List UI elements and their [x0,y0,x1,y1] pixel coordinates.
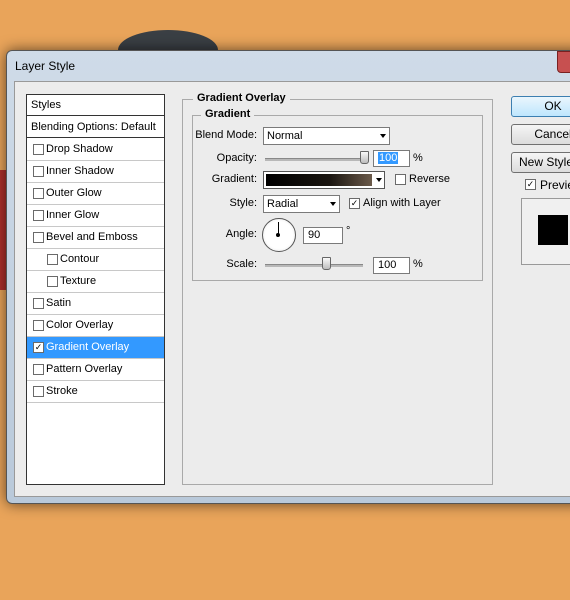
sidebar-item-label: Pattern Overlay [46,363,123,375]
opacity-slider-track[interactable] [265,158,363,161]
scale-input[interactable]: 100 [373,257,410,274]
chevron-down-icon [380,134,386,138]
bevel-and-emboss-checkbox[interactable] [33,232,44,243]
chevron-down-icon[interactable] [376,178,382,182]
group-title: Gradient [201,108,255,120]
reverse-label: Reverse [409,173,450,185]
cancel-button[interactable]: Cancel [511,124,570,145]
layer-style-dialog: Layer Style Styles Blending Options: Def… [6,50,570,504]
angle-dial[interactable] [262,218,296,252]
scale-label: Scale: [226,258,257,270]
scale-unit: % [413,258,423,270]
sidebar-item-label: Inner Glow [46,209,100,221]
section-title: Gradient Overlay [193,92,290,104]
texture-checkbox[interactable] [47,276,58,287]
opacity-value: 100 [378,152,399,164]
outer-glow-checkbox[interactable] [33,188,44,199]
sidebar-item-stroke[interactable]: Stroke [27,381,164,403]
sidebar-item-label: Color Overlay [46,319,114,331]
style-preview-thumbnail [521,198,570,265]
opacity-unit: % [413,152,423,164]
inner-glow-checkbox[interactable] [33,210,44,221]
preview-checkbox[interactable]: ✓ [525,179,536,190]
sidebar-item-contour[interactable]: Contour [27,249,164,271]
new-style-button[interactable]: New Style... [511,152,570,173]
style-dropdown[interactable]: Radial [263,195,340,213]
scale-value: 100 [378,259,397,271]
dialog-client-area: Styles Blending Options: Default Drop Sh… [14,81,570,497]
sidebar-item-pattern-overlay[interactable]: Pattern Overlay [27,359,164,381]
satin-checkbox[interactable] [33,298,44,309]
blend-mode-label: Blend Mode: [195,129,257,141]
preview-label: Preview [540,178,570,192]
align-with-layer-checkbox[interactable]: ✓ [349,198,360,209]
opacity-label: Opacity: [216,152,257,164]
style-preview-swatch [538,215,568,245]
angle-input[interactable]: 90 [303,227,343,244]
sidebar-item-label: Inner Shadow [46,165,114,177]
pattern-overlay-checkbox[interactable] [33,364,44,375]
sidebar-item-inner-glow[interactable]: Inner Glow [27,205,164,227]
blend-mode-dropdown[interactable]: Normal [263,127,390,145]
gradient-overlay-section: Gradient Overlay Gradient Blend Mode: No… [182,92,493,485]
sidebar-item-outer-glow[interactable]: Outer Glow [27,183,164,205]
gradient-overlay-checkbox[interactable]: ✓ [33,342,44,353]
sidebar-item-label: Gradient Overlay [46,341,130,353]
sidebar-item-label: Contour [60,253,100,265]
sidebar-item-label: Satin [46,297,72,309]
sidebar-item-inner-shadow[interactable]: Inner Shadow [27,161,164,183]
title-bar[interactable]: Layer Style [7,51,570,79]
angle-dial-center [276,233,280,237]
sidebar-item-bevel-and-emboss[interactable]: Bevel and Emboss [27,227,164,249]
opacity-slider-thumb[interactable] [360,151,369,164]
opacity-input[interactable]: 100 [373,150,410,167]
close-button[interactable] [557,51,570,73]
gradient-picker[interactable] [263,171,385,189]
sidebar-item-label: Texture [60,275,97,287]
sidebar-item-label: Stroke [46,385,78,397]
sidebar-item-color-overlay[interactable]: Color Overlay [27,315,164,337]
angle-label: Angle: [225,228,257,240]
ok-button[interactable]: OK [511,96,570,117]
drop-shadow-checkbox[interactable] [33,144,44,155]
reverse-checkbox[interactable] [395,174,406,185]
sidebar-item-label: Blending Options: Default [31,121,156,133]
sidebar-item-label: Styles [31,99,61,111]
gradient-group: Gradient Blend Mode: Normal Opacity: 100… [192,108,483,281]
styles-list: Styles Blending Options: Default Drop Sh… [26,94,165,485]
contour-checkbox[interactable] [47,254,58,265]
scale-slider-track[interactable] [265,264,363,267]
angle-unit: ° [346,225,351,237]
blend-mode-value: Normal [267,130,303,142]
inner-shadow-checkbox[interactable] [33,166,44,177]
gradient-preview[interactable] [266,174,372,186]
color-overlay-checkbox[interactable] [33,320,44,331]
sidebar-item-drop-shadow[interactable]: Drop Shadow [27,139,164,161]
sidebar-item-styles[interactable]: Styles [27,95,164,116]
sidebar-item-gradient-overlay[interactable]: ✓ Gradient Overlay [27,337,164,359]
angle-value: 90 [308,229,321,241]
sidebar-item-label: Drop Shadow [46,143,113,155]
style-value: Radial [267,198,299,210]
scale-slider-thumb[interactable] [322,257,331,270]
sidebar-item-texture[interactable]: Texture [27,271,164,293]
sidebar-item-satin[interactable]: Satin [27,293,164,315]
gradient-label: Gradient: [211,173,257,185]
sidebar-item-label: Bevel and Emboss [46,231,138,243]
window-title: Layer Style [15,59,76,73]
sidebar-item-blending-options[interactable]: Blending Options: Default [27,117,164,138]
chevron-down-icon [330,202,336,206]
sidebar-item-label: Outer Glow [46,187,102,199]
stroke-checkbox[interactable] [33,386,44,397]
style-label: Style: [229,197,257,209]
align-with-layer-label: Align with Layer [363,197,441,209]
